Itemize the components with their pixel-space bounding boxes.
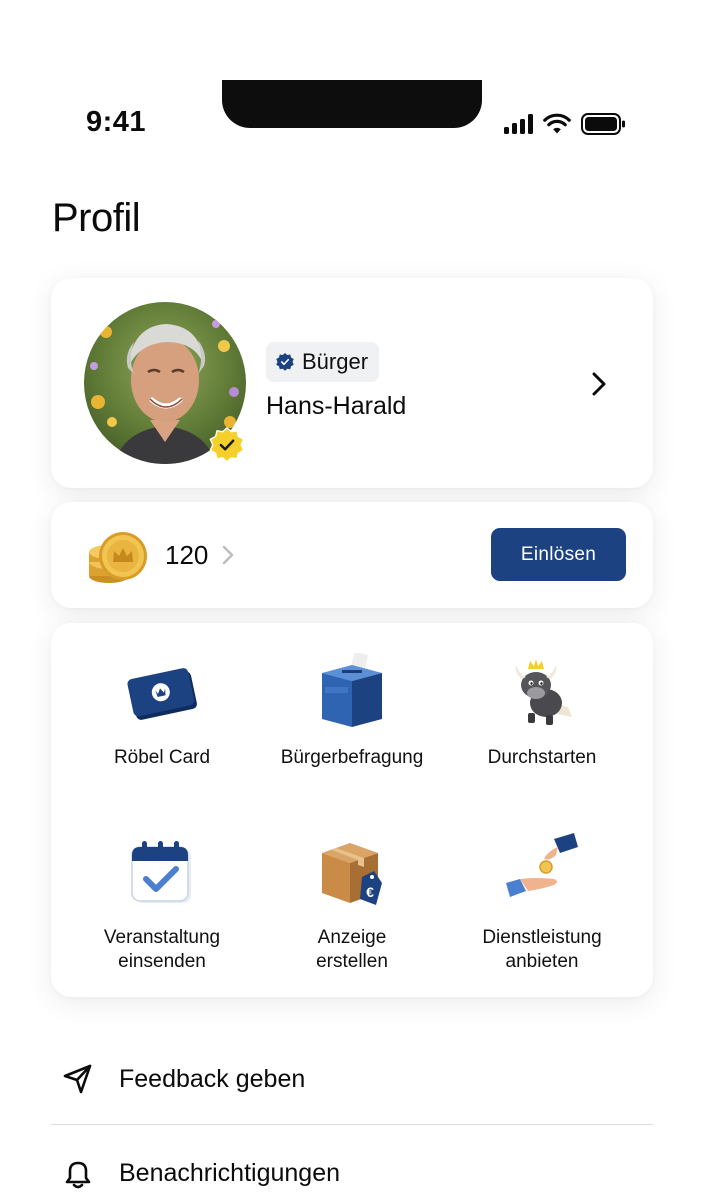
send-icon [63,1064,92,1094]
feature-anzeige-erstellen[interactable]: € Anzeige erstellen [257,833,447,974]
card-icon [127,668,197,720]
ballot-box-icon [322,653,382,727]
feature-veranstaltung-einsenden[interactable]: Veranstaltung einsenden [67,833,257,974]
feature-label: Veranstaltung einsenden [103,927,221,972]
cellular-signal-icon [504,114,533,134]
feature-label: Dienstleistung anbieten [482,927,602,972]
hand-coin-icon [506,833,578,897]
device-notch [222,80,482,128]
chevron-right-icon[interactable] [589,370,609,398]
coin-stack-icon [89,532,147,583]
status-icons [504,112,627,136]
feature-label: Durchstarten [487,747,597,768]
role-badge-label: Bürger [302,349,369,374]
status-bar: 9:41 [0,0,701,160]
menu-item-label: Benachrichtigungen [119,1158,340,1187]
bull-mascot-icon [515,659,572,725]
menu-item-notifications[interactable]: Benachrichtigungen [51,1133,653,1200]
coins-card: 120 Einlösen [51,502,653,608]
chevron-right-icon[interactable] [221,544,235,566]
page-title: Profil [52,196,141,240]
verified-seal-icon [209,426,245,463]
package-price-icon: € [322,843,382,905]
feature-label: Anzeige erstellen [316,927,388,972]
menu-divider [51,1124,653,1125]
bell-icon [65,1161,91,1189]
feature-buergerbefragung[interactable]: Bürgerbefragung [257,653,447,770]
status-time: 9:41 [86,106,147,138]
profile-card[interactable]: Bürger Hans-Harald [51,278,653,488]
redeem-button[interactable]: Einlösen [491,528,626,581]
battery-icon [581,113,625,135]
feature-dienstleistung-anbieten[interactable]: Dienstleistung anbieten [447,833,637,974]
wifi-icon [543,113,571,134]
feature-roebel-card[interactable]: Röbel Card [67,653,257,770]
features-card: Röbel Card Bürgerbefragung Durchstarten … [51,623,653,997]
svg-text:€: € [366,884,374,900]
feature-durchstarten[interactable]: Durchstarten [447,653,637,770]
feature-label: Röbel Card [113,747,211,768]
coins-balance: 120 [165,540,209,570]
profile-name: Hans-Harald [266,392,407,420]
calendar-check-icon [131,841,191,903]
menu-item-feedback[interactable]: Feedback geben [51,1039,653,1119]
feature-label: Bürgerbefragung [280,747,424,768]
role-badge: Bürger [266,342,380,382]
verified-badge-icon [276,353,294,371]
menu-item-label: Feedback geben [119,1064,306,1093]
